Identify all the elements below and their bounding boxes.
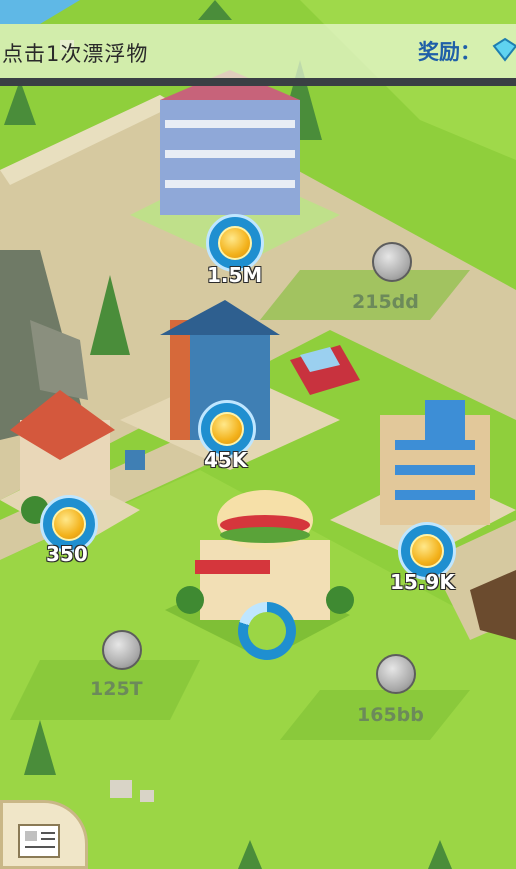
office-income-value: 15.9K (390, 570, 455, 594)
gold-coin-icon (218, 226, 252, 260)
diamond-icon (492, 37, 516, 62)
shop-progress-inner (248, 612, 286, 650)
cottage-income-value: 350 (46, 542, 88, 566)
locked-plot-coin-icon[interactable] (376, 654, 416, 694)
mission-progress-bar (0, 78, 516, 86)
blue-house-income-value: 45K (204, 448, 248, 472)
mission-text: 点击1次漂浮物 (2, 42, 149, 66)
mansion-income-value: 1.5M (207, 263, 263, 287)
gold-coin-icon (210, 412, 244, 446)
shop-progress-badge[interactable] (238, 602, 296, 660)
newspaper-icon (18, 824, 60, 858)
city-map (0, 0, 516, 869)
gold-coin-icon (52, 507, 86, 541)
locked-plot-coin-icon[interactable] (102, 630, 142, 670)
locked-plot-price: 125T (90, 678, 143, 700)
locked-plot-price: 215dd (352, 291, 419, 313)
gold-coin-icon (410, 534, 444, 568)
locked-plot-coin-icon[interactable] (372, 242, 412, 282)
locked-plot-price: 165bb (357, 704, 424, 726)
reward-label: 奖励： (418, 40, 481, 64)
